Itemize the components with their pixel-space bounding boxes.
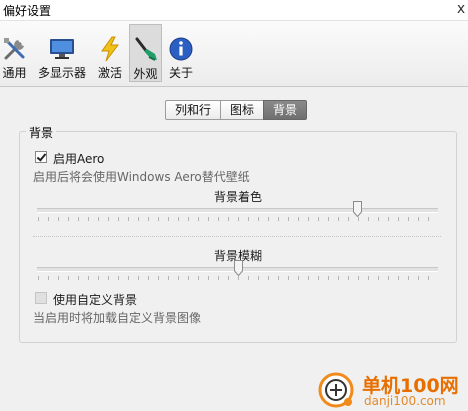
- toolbar-general-button[interactable]: 通用: [0, 24, 29, 82]
- slider-divider: [33, 236, 441, 237]
- watermark-logo-icon: [318, 372, 354, 408]
- blur-slider-thumb[interactable]: [234, 260, 243, 276]
- tools-icon: [3, 38, 24, 60]
- toolbar-activate-label: 激活: [97, 66, 122, 80]
- toolbar-appearance-button[interactable]: 外观: [129, 24, 162, 82]
- title-bar: 偏好设置 x: [0, 0, 468, 21]
- color-slider-track[interactable]: [37, 208, 438, 213]
- aero-checkbox[interactable]: [35, 151, 47, 163]
- toolbar-multi-monitor-button[interactable]: 多显示器: [33, 24, 91, 82]
- blur-slider-ticks: [38, 276, 438, 280]
- close-button[interactable]: x: [454, 0, 468, 20]
- tab-columns-rows[interactable]: 列和行: [165, 100, 222, 120]
- monitor-icon: [50, 39, 74, 59]
- toolbar: 通用 多显示器 激活 外观 关于: [0, 21, 468, 87]
- color-slider-label: 背景着色: [213, 190, 262, 204]
- toolbar-activate-button[interactable]: 激活: [95, 24, 125, 82]
- lightning-icon: [101, 36, 119, 62]
- toolbar-appearance-label: 外观: [133, 67, 158, 81]
- site-watermark: 单机100网 danji100.com: [318, 368, 468, 411]
- window-title: 偏好设置: [3, 4, 52, 18]
- color-slider-thumb[interactable]: [353, 201, 362, 217]
- toolbar-general-label: 通用: [2, 66, 27, 80]
- toolbar-multi-monitor-label: 多显示器: [37, 66, 86, 80]
- watermark-url: danji100.com: [364, 394, 446, 408]
- tab-icons[interactable]: 图标: [220, 100, 265, 120]
- paintbrush-icon: [135, 37, 157, 61]
- color-slider-ticks: [38, 217, 438, 221]
- aero-checkbox-label: 启用Aero: [53, 152, 105, 166]
- tab-background[interactable]: 背景: [263, 100, 308, 120]
- background-group-title: 背景: [26, 124, 57, 141]
- toolbar-about-label: 关于: [168, 66, 193, 80]
- custom-background-hint: 当启用时将加载自定义背景图像: [33, 311, 202, 325]
- info-icon: [169, 37, 193, 61]
- custom-background-label: 使用自定义背景: [53, 293, 138, 307]
- appearance-subtabs: 列和行 图标 背景: [165, 100, 308, 120]
- toolbar-about-button[interactable]: 关于: [166, 24, 196, 82]
- aero-hint-text: 启用后将会使用Windows Aero替代壁纸: [33, 170, 250, 184]
- custom-background-checkbox[interactable]: [35, 292, 47, 304]
